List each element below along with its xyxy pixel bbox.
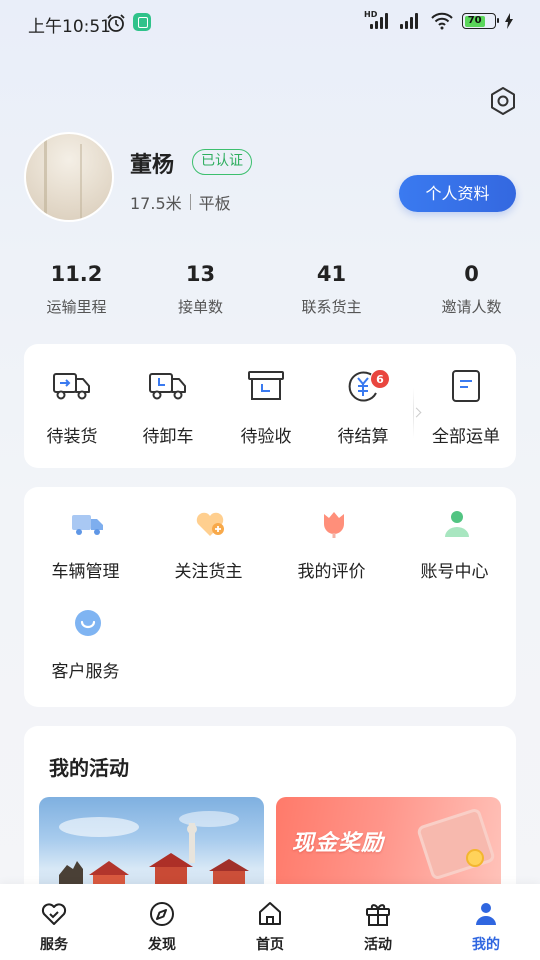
service-follow-shippers[interactable]: 关注货主 <box>147 487 270 582</box>
app-notification-icon <box>133 13 151 31</box>
activity-title: 我的活动 <box>49 756 129 780</box>
nav-home[interactable]: 首页 <box>216 884 324 960</box>
stat-label: 联系货主 <box>301 298 362 316</box>
stat-contacted-shippers[interactable]: 41 联系货主 <box>264 262 399 317</box>
vehicle-length: 17.5米 <box>130 194 182 213</box>
battery-icon: 70 <box>462 13 499 29</box>
service-label: 我的评价 <box>297 562 366 582</box>
nav-label: 服务 <box>40 937 68 953</box>
tulip-icon <box>324 512 344 538</box>
service-my-reviews[interactable]: 我的评价 <box>270 487 393 582</box>
avatar[interactable] <box>24 132 114 222</box>
order-all-waybills[interactable]: 全部运单 <box>420 344 512 468</box>
status-bar: 上午10:51 HD 70 <box>0 0 540 46</box>
truck-loading-icon <box>53 373 90 400</box>
service-label: 账号中心 <box>420 562 489 582</box>
status-time: 上午10:51 <box>28 17 111 37</box>
nav-activity[interactable]: 活动 <box>324 884 432 960</box>
order-pending-loading[interactable]: 待装货 <box>26 344 118 468</box>
stat-value: 0 <box>464 262 479 286</box>
profile-button[interactable]: 个人资料 <box>399 175 516 212</box>
stat-value: 13 <box>185 262 216 286</box>
order-label: 待验收 <box>240 427 292 447</box>
stat-value: 11.2 <box>50 262 103 286</box>
waybill-list-icon <box>452 370 480 402</box>
service-customer-service[interactable]: 客户服务 <box>24 587 147 682</box>
order-pending-settlement[interactable]: 6 待结算 <box>317 344 409 468</box>
alarm-clock-icon <box>107 14 125 32</box>
stat-label: 运输里程 <box>46 298 107 316</box>
stat-mileage[interactable]: 11.2 运输里程 <box>9 262 144 317</box>
stats-row: 11.2 运输里程 13 接单数 41 联系货主 0 邀请人数 <box>0 262 540 326</box>
order-label: 待装货 <box>46 427 98 447</box>
settings-icon[interactable] <box>488 86 518 116</box>
person-icon <box>476 903 496 925</box>
nav-label: 我的 <box>472 937 500 953</box>
cash-reward-text: 现金奖励 <box>292 831 385 856</box>
signal-hd-icon: HD <box>364 10 390 29</box>
nav-discover[interactable]: 发现 <box>108 884 216 960</box>
services-card: 车辆管理 关注货主 我的评价 账号中心 客户服务 <box>24 487 516 707</box>
chat-bubble-icon <box>75 610 101 636</box>
order-count-badge: 6 <box>370 369 390 389</box>
order-label: 待卸车 <box>142 427 194 447</box>
nav-service[interactable]: 服务 <box>0 884 108 960</box>
user-name: 董杨 <box>130 153 175 178</box>
order-divider <box>413 388 414 438</box>
order-label: 全部运单 <box>432 427 500 447</box>
stat-label: 接单数 <box>177 298 223 316</box>
service-label: 客户服务 <box>51 662 120 682</box>
service-label: 车辆管理 <box>51 562 120 582</box>
service-label: 关注货主 <box>174 562 243 582</box>
user-icon <box>445 511 469 537</box>
gift-icon <box>366 904 390 926</box>
verified-badge: 已认证 <box>192 149 252 175</box>
cash-stack-icon <box>419 810 493 878</box>
order-pending-unloading[interactable]: 待卸车 <box>122 344 214 468</box>
network-label: HD <box>364 10 378 19</box>
nav-mine[interactable]: 我的 <box>432 884 540 960</box>
inspection-box-icon <box>248 371 284 400</box>
signal-icon <box>398 13 422 29</box>
service-account-center[interactable]: 账号中心 <box>393 487 516 582</box>
order-pending-inspection[interactable]: 待验收 <box>220 344 312 468</box>
nav-label: 活动 <box>364 937 392 953</box>
nav-label: 发现 <box>148 937 176 953</box>
status-indicators: HD 70 <box>364 10 514 30</box>
order-label: 待结算 <box>337 427 389 447</box>
waybill-card: 待装货 待卸车 待验收 6 待结算 全部运单 <box>24 344 516 468</box>
compass-icon <box>150 902 174 926</box>
vehicle-info-divider <box>189 194 191 210</box>
coin-icon <box>466 849 484 867</box>
stat-label: 邀请人数 <box>441 298 502 316</box>
bottom-nav: 服务 发现 首页 活动 我的 <box>0 884 540 960</box>
stat-value: 41 <box>316 262 347 286</box>
heart-outline-icon <box>41 903 67 925</box>
stat-orders[interactable]: 13 接单数 <box>133 262 268 317</box>
stat-invited[interactable]: 0 邀请人数 <box>404 262 539 317</box>
vehicle-info: 17.5米 平板 <box>130 190 231 214</box>
vehicle-icon <box>72 515 103 535</box>
battery-level: 70 <box>464 15 485 27</box>
vehicle-type: 平板 <box>198 194 231 213</box>
heart-plus-icon <box>196 512 224 536</box>
service-vehicle-management[interactable]: 车辆管理 <box>24 487 147 582</box>
wifi-icon <box>431 12 453 30</box>
nav-label: 首页 <box>256 937 284 953</box>
truck-unloading-icon <box>149 373 186 400</box>
home-icon <box>259 902 281 925</box>
charging-icon <box>505 13 513 29</box>
